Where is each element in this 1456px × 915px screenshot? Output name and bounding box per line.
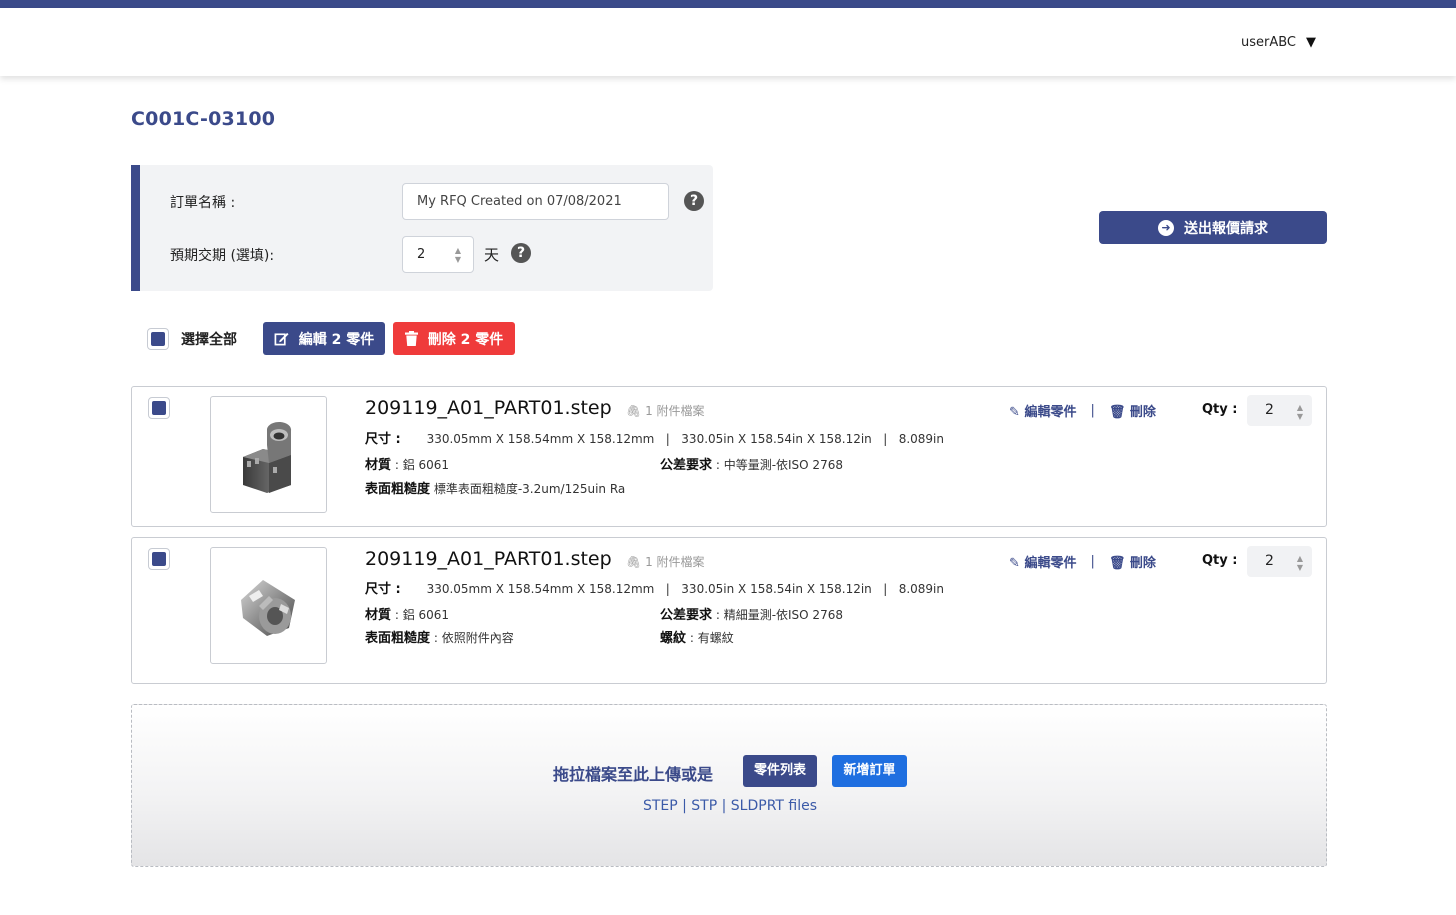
qty-value: 2 xyxy=(1265,402,1274,418)
qty-input[interactable]: 2 ▲ ▼ xyxy=(1247,546,1312,577)
delete-part-link[interactable]: 🗑 刪除 xyxy=(1109,552,1156,571)
attachment-link[interactable]: 🖇 1 附件檔案 xyxy=(626,553,705,570)
part-thumbnail[interactable] xyxy=(210,547,327,664)
tolerance-value: : 精細量測-依ISO 2768 xyxy=(712,608,843,622)
file-dropzone[interactable]: 拖拉檔案至此上傳或是 零件列表 新增訂單 STEP | STP | SLDPRT… xyxy=(131,704,1327,867)
part-actions: ✎ 編輯零件 | 🗑 刪除 xyxy=(1009,401,1156,420)
attachment-count: 1 附件檔案 xyxy=(645,555,705,569)
bulk-delete-button[interactable]: 刪除 2 零件 xyxy=(393,322,515,355)
paperclip-icon: 🖇 xyxy=(626,404,642,418)
edit-part-label: 編輯零件 xyxy=(1024,405,1077,420)
thread-label: 螺紋 xyxy=(660,631,687,646)
order-info-panel: 訂單名稱 : My RFQ Created on 07/08/2021 ? 預期… xyxy=(131,165,713,291)
part-checkbox[interactable] xyxy=(148,548,170,570)
help-icon[interactable]: ? xyxy=(684,191,704,211)
edit-part-label: 編輯零件 xyxy=(1024,556,1077,571)
part-card: 209119_A01_PART01.step 🖇 1 附件檔案 尺寸 : 330… xyxy=(131,386,1327,527)
user-menu[interactable]: userABC ▼ xyxy=(1241,35,1316,50)
part-card: 209119_A01_PART01.step 🖇 1 附件檔案 尺寸 : 330… xyxy=(131,537,1327,684)
size-label: 尺寸 : xyxy=(365,582,401,597)
divider: | xyxy=(1090,403,1095,418)
edit-part-link[interactable]: ✎ 編輯零件 xyxy=(1009,552,1076,571)
part-3d-model-image xyxy=(242,421,291,493)
select-all-checkbox[interactable] xyxy=(147,327,169,350)
part-filename[interactable]: 209119_A01_PART01.step xyxy=(365,548,612,570)
parts-list-button[interactable]: 零件列表 xyxy=(743,755,817,787)
qty-value: 2 xyxy=(1265,553,1274,569)
attachment-link[interactable]: 🖇 1 附件檔案 xyxy=(626,402,705,419)
material-label: 材質 xyxy=(365,458,392,473)
lead-time-input[interactable]: 2 ▲ ▼ xyxy=(402,236,474,273)
part-actions: ✎ 編輯零件 | 🗑 刪除 xyxy=(1009,552,1156,571)
edit-icon: ✎ xyxy=(1009,405,1020,420)
spinner-icon[interactable]: ▲ ▼ xyxy=(1297,554,1303,572)
part-filename[interactable]: 209119_A01_PART01.step xyxy=(365,397,612,419)
qty-label: Qty : xyxy=(1202,402,1238,417)
order-name-label: 訂單名稱 : xyxy=(170,195,236,211)
app-header: userABC ▼ xyxy=(0,8,1456,76)
edit-part-link[interactable]: ✎ 編輯零件 xyxy=(1009,401,1076,420)
lead-time-label: 預期交期 (選填): xyxy=(170,248,275,264)
spinner-icon[interactable]: ▲ ▼ xyxy=(455,246,461,264)
tolerance-value: : 中等量測-依ISO 2768 xyxy=(712,458,843,472)
rfq-id-title: C001C-03100 xyxy=(131,108,276,130)
caret-down-icon: ▼ xyxy=(1306,35,1316,50)
top-accent-bar xyxy=(0,0,1456,8)
trash-icon: 🗑 xyxy=(1108,405,1126,420)
size-value: 330.05mm X 158.54mm X 158.12mm | 330.05i… xyxy=(426,432,944,446)
roughness-label: 表面粗糙度 xyxy=(365,631,431,646)
tolerance-label: 公差要求 xyxy=(660,608,713,623)
qty-input[interactable]: 2 ▲ ▼ xyxy=(1247,395,1312,426)
trash-icon xyxy=(404,331,418,346)
dropzone-text: 拖拉檔案至此上傳或是 xyxy=(553,765,714,784)
material-value: : 鋁 6061 xyxy=(391,608,450,622)
bulk-edit-button[interactable]: 編輯 2 零件 xyxy=(263,322,385,355)
spinner-icon[interactable]: ▲ ▼ xyxy=(1297,403,1303,421)
roughness-value: 標準表面粗糙度-3.2um/125uin Ra xyxy=(430,482,626,496)
lead-time-unit: 天 xyxy=(484,246,500,264)
help-icon[interactable]: ? xyxy=(511,243,531,263)
material-value: : 鋁 6061 xyxy=(391,458,450,472)
submit-quote-label: 送出報價請求 xyxy=(1184,220,1268,237)
tolerance-label: 公差要求 xyxy=(660,458,713,473)
bulk-delete-label: 刪除 2 零件 xyxy=(427,331,504,348)
size-label: 尺寸 : xyxy=(365,432,401,447)
submit-quote-button[interactable]: ➜ 送出報價請求 xyxy=(1099,211,1327,244)
arrow-circle-right-icon: ➜ xyxy=(1158,219,1174,236)
paperclip-icon: 🖇 xyxy=(626,555,642,569)
lead-time-value: 2 xyxy=(417,247,426,262)
part-3d-model-image xyxy=(240,579,295,636)
material-label: 材質 xyxy=(365,608,392,623)
supported-file-types: STEP | STP | SLDPRT files xyxy=(642,798,818,814)
qty-label: Qty : xyxy=(1202,553,1238,568)
delete-part-link[interactable]: 🗑 刪除 xyxy=(1109,401,1156,420)
part-thumbnail[interactable] xyxy=(210,396,327,513)
thread-value: : 有螺紋 xyxy=(686,631,734,645)
bulk-edit-label: 編輯 2 零件 xyxy=(298,331,375,348)
new-order-button[interactable]: 新增訂單 xyxy=(832,755,907,787)
roughness-value: : 依照附件內容 xyxy=(430,631,514,645)
select-all-label: 選擇全部 xyxy=(181,331,237,348)
delete-part-label: 刪除 xyxy=(1129,405,1156,420)
roughness-label: 表面粗糙度 xyxy=(365,482,431,497)
select-all-row: 選擇全部 xyxy=(147,322,237,355)
size-value: 330.05mm X 158.54mm X 158.12mm | 330.05i… xyxy=(426,582,944,596)
delete-part-label: 刪除 xyxy=(1129,556,1156,571)
divider: | xyxy=(1090,554,1095,569)
edit-icon: ✎ xyxy=(1009,556,1020,571)
part-checkbox[interactable] xyxy=(148,397,170,419)
trash-icon: 🗑 xyxy=(1108,556,1126,571)
edit-icon xyxy=(274,332,289,346)
attachment-count: 1 附件檔案 xyxy=(645,404,705,418)
username: userABC xyxy=(1240,35,1296,50)
order-name-input[interactable]: My RFQ Created on 07/08/2021 xyxy=(402,183,669,220)
